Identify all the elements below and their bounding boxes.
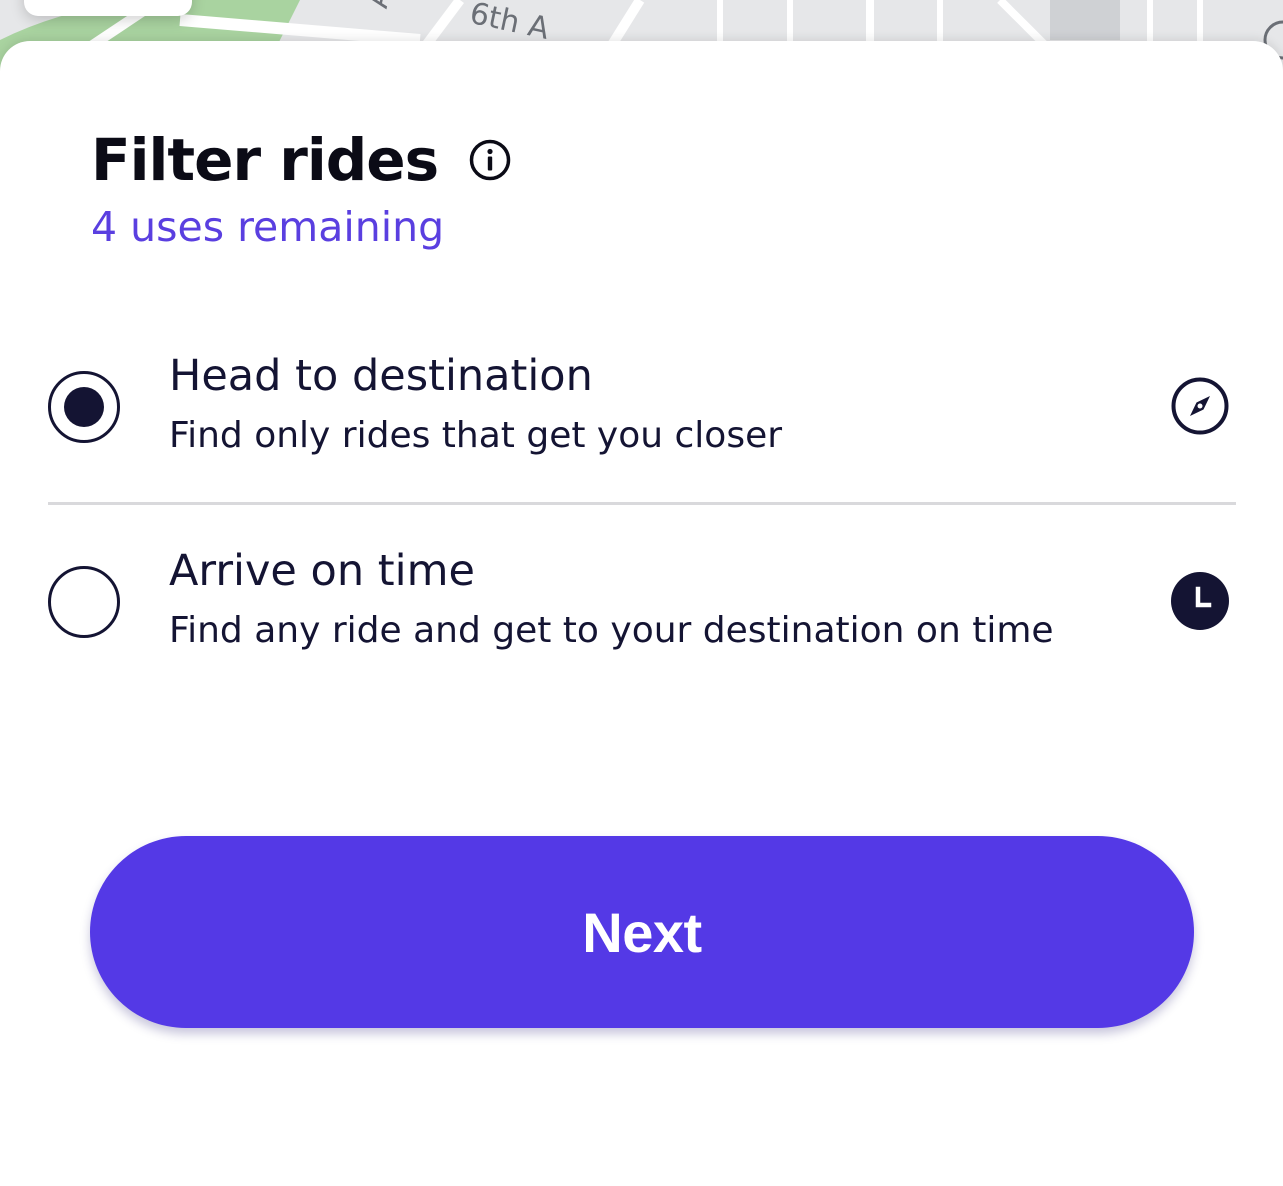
next-button-label: Next [582, 900, 702, 964]
clock-icon [1170, 571, 1230, 631]
option-description: Find any ride and get to your destinatio… [169, 610, 1054, 651]
next-button[interactable]: Next [90, 836, 1194, 1028]
title-row: Filter rides [91, 131, 512, 189]
option-title: Head to destination [169, 351, 593, 401]
radio-button-unselected[interactable] [48, 566, 120, 638]
page-title: Filter rides [91, 126, 439, 194]
map-overlay-chip[interactable] [24, 0, 192, 16]
uses-remaining-label: 4 uses remaining [91, 203, 445, 251]
option-head-to-destination[interactable]: Head to destination Find only rides that… [48, 331, 1236, 481]
radio-selected-dot [64, 387, 104, 427]
radio-button-selected[interactable] [48, 371, 120, 443]
option-arrive-on-time[interactable]: Arrive on time Find any ride and get to … [48, 526, 1236, 676]
screen: A 6th A Filter rides 4 uses remaining He… [0, 0, 1283, 1186]
option-divider [48, 502, 1236, 505]
option-description: Find only rides that get you closer [169, 415, 783, 456]
option-title: Arrive on time [169, 546, 475, 596]
info-icon[interactable] [468, 138, 512, 182]
compass-icon [1170, 376, 1230, 436]
filter-rides-sheet: Filter rides 4 uses remaining Head to de… [0, 41, 1283, 1186]
